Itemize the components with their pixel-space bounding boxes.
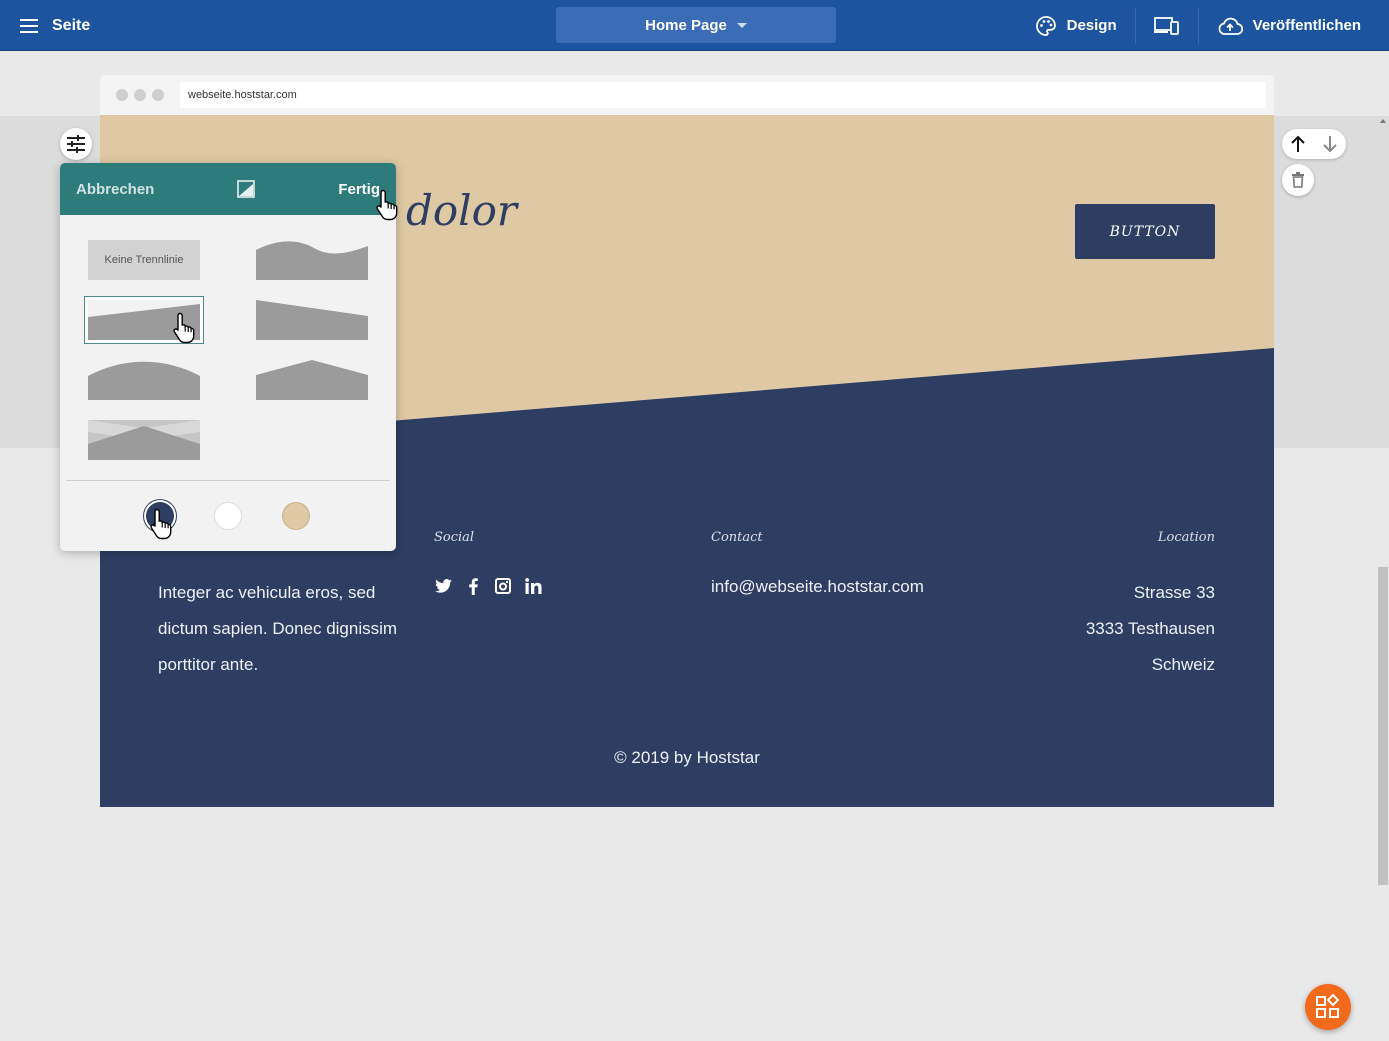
page-select-dropdown[interactable]: Home Page bbox=[556, 7, 836, 43]
color-swatch-navy[interactable] bbox=[146, 502, 174, 530]
window-dot bbox=[152, 89, 164, 101]
delete-section-button[interactable] bbox=[1282, 164, 1314, 196]
twitter-icon[interactable] bbox=[434, 577, 452, 595]
move-up-button[interactable] bbox=[1282, 129, 1314, 159]
done-button[interactable]: Fertig bbox=[338, 181, 380, 198]
design-button[interactable]: Design bbox=[1017, 0, 1135, 51]
instagram-icon[interactable] bbox=[494, 577, 512, 595]
social-heading: Social bbox=[434, 530, 475, 545]
publish-button[interactable]: Veröffentlichen bbox=[1199, 0, 1389, 51]
address-line: Schweiz bbox=[1151, 655, 1215, 674]
divider-option-none[interactable]: Keine Trennlinie bbox=[88, 240, 200, 280]
device-preview-button[interactable] bbox=[1136, 0, 1198, 51]
contact-email[interactable]: info@webseite.hoststar.com bbox=[711, 577, 924, 597]
address-line: Strasse 33 bbox=[1133, 583, 1215, 602]
divider-option-curve[interactable] bbox=[88, 360, 200, 400]
devices-icon bbox=[1153, 16, 1179, 35]
scroll-up-arrow-icon[interactable] bbox=[1380, 119, 1386, 123]
section-move-controls bbox=[1282, 129, 1346, 159]
copyright-text: © 2019 by Hoststar bbox=[614, 748, 760, 767]
location-address: Strasse 33 3333 Testhausen Schweiz bbox=[1086, 575, 1215, 683]
hamburger-menu-icon bbox=[20, 19, 38, 33]
panel-divider bbox=[66, 480, 390, 481]
linkedin-icon[interactable] bbox=[524, 577, 542, 595]
scrollbar-thumb[interactable] bbox=[1378, 567, 1388, 885]
divider-icon[interactable] bbox=[237, 180, 256, 198]
widgets-icon bbox=[1316, 994, 1340, 1018]
color-swatch-beige[interactable] bbox=[282, 502, 310, 530]
divider-option-wave[interactable] bbox=[256, 240, 368, 280]
divider-option-peak[interactable] bbox=[256, 360, 368, 400]
cloud-upload-icon bbox=[1218, 17, 1243, 35]
facebook-icon[interactable] bbox=[464, 577, 482, 595]
move-down-button[interactable] bbox=[1314, 129, 1346, 159]
chevron-down-icon bbox=[736, 22, 747, 28]
contact-heading: Contact bbox=[711, 530, 763, 545]
browser-frame: webseite.hoststar.com bbox=[100, 75, 1274, 115]
design-label: Design bbox=[1066, 17, 1117, 34]
arrow-down-icon bbox=[1323, 136, 1337, 153]
divider-option-cross[interactable] bbox=[88, 420, 200, 460]
page-menu-label: Seite bbox=[52, 17, 91, 34]
page-menu-button[interactable]: Seite bbox=[20, 14, 100, 38]
window-dot bbox=[134, 89, 146, 101]
arrow-up-icon bbox=[1291, 135, 1305, 152]
publish-label: Veröffentlichen bbox=[1252, 17, 1361, 34]
location-heading: Location bbox=[1157, 530, 1215, 545]
widgets-button[interactable] bbox=[1305, 984, 1351, 1030]
palette-icon bbox=[1035, 15, 1056, 36]
panel-header: Abbrechen Fertig bbox=[60, 163, 396, 215]
top-bar: Seite Home Page Design Veröffentlichen bbox=[0, 0, 1389, 51]
section-settings-button[interactable] bbox=[60, 128, 92, 160]
divider-option-slant-down[interactable] bbox=[256, 300, 368, 340]
cancel-button[interactable]: Abbrechen bbox=[76, 181, 154, 198]
about-text: Integer ac vehicula eros, sed dictum sap… bbox=[158, 583, 398, 674]
sliders-icon bbox=[67, 135, 85, 153]
address-line: 3333 Testhausen bbox=[1085, 619, 1215, 638]
page-select-value: Home Page bbox=[645, 16, 727, 34]
hero-headline[interactable]: dolor bbox=[406, 186, 517, 235]
url-bar: webseite.hoststar.com bbox=[180, 82, 1266, 108]
window-dot bbox=[116, 89, 128, 101]
divider-settings-panel: Abbrechen Fertig Keine Trennlinie bbox=[60, 163, 396, 551]
trash-icon bbox=[1292, 172, 1304, 188]
hero-button[interactable]: BUTTON bbox=[1075, 204, 1215, 259]
color-swatch-white[interactable] bbox=[214, 502, 242, 530]
social-icons bbox=[434, 577, 542, 595]
divider-option-slant-up[interactable] bbox=[84, 296, 204, 344]
